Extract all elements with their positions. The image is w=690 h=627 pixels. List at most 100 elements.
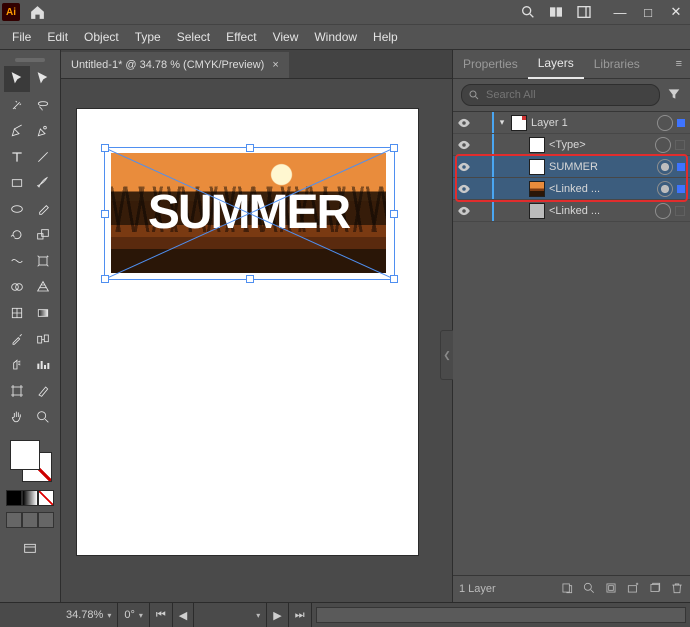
curvature-tool[interactable]	[30, 118, 56, 144]
workspace-button[interactable]	[570, 0, 598, 24]
artboard-nav-last[interactable]: ⏭	[289, 603, 312, 627]
close-window-button[interactable]: ✕	[662, 0, 690, 24]
lasso-tool[interactable]	[30, 92, 56, 118]
maximize-button[interactable]: □	[634, 0, 662, 24]
free-transform-tool[interactable]	[30, 248, 56, 274]
menu-file[interactable]: File	[4, 25, 39, 49]
zoom-tool[interactable]	[30, 404, 56, 430]
gradient-tool[interactable]	[30, 300, 56, 326]
new-sublayer-icon[interactable]	[626, 581, 640, 598]
artboard-tool[interactable]	[4, 378, 30, 404]
swatch-none[interactable]	[38, 490, 54, 506]
layer-row[interactable]: <Type>	[453, 134, 690, 156]
search-icon[interactable]	[514, 0, 542, 24]
fill-swatch[interactable]	[10, 440, 40, 470]
make-clipping-mask-icon[interactable]	[604, 581, 618, 598]
menu-view[interactable]: View	[265, 25, 307, 49]
draw-normal[interactable]	[6, 512, 22, 528]
visibility-toggle[interactable]	[453, 160, 475, 174]
placed-image[interactable]: SUMMER	[111, 153, 386, 273]
draw-behind[interactable]	[22, 512, 38, 528]
canvas-area[interactable]: SUMMER	[61, 79, 452, 602]
document-tab[interactable]: Untitled-1* @ 34.78 % (CMYK/Preview) ×	[61, 52, 289, 78]
toolbox-grip[interactable]	[15, 58, 45, 62]
artboard[interactable]: SUMMER	[77, 109, 418, 555]
layer-filter-button[interactable]	[666, 86, 682, 105]
target-icon[interactable]	[657, 181, 673, 197]
perspective-grid-tool[interactable]	[30, 274, 56, 300]
layer-name[interactable]: SUMMER	[549, 161, 655, 173]
rectangle-tool[interactable]	[4, 170, 30, 196]
horizontal-scrollbar[interactable]	[316, 608, 686, 622]
type-tool[interactable]	[4, 144, 30, 170]
rotate-view-field[interactable]: 0°▾	[118, 603, 150, 627]
visibility-toggle[interactable]	[453, 138, 475, 152]
menu-object[interactable]: Object	[76, 25, 127, 49]
visibility-toggle[interactable]	[453, 204, 475, 218]
tab-properties[interactable]: Properties	[453, 50, 528, 78]
visibility-toggle[interactable]	[453, 116, 475, 130]
slice-tool[interactable]	[30, 378, 56, 404]
menu-select[interactable]: Select	[169, 25, 218, 49]
target-icon[interactable]	[655, 203, 671, 219]
symbol-sprayer-tool[interactable]	[4, 352, 30, 378]
scale-tool[interactable]	[30, 222, 56, 248]
menu-help[interactable]: Help	[365, 25, 406, 49]
layer-row[interactable]: <Linked ...	[453, 200, 690, 222]
eyedropper-tool[interactable]	[4, 326, 30, 352]
line-segment-tool[interactable]	[30, 144, 56, 170]
fill-stroke-control[interactable]	[8, 438, 52, 482]
artboard-navigator[interactable]: ▾	[194, 603, 267, 627]
hand-tool[interactable]	[4, 404, 30, 430]
menu-window[interactable]: Window	[306, 25, 365, 49]
summer-text-object[interactable]: SUMMER	[111, 185, 386, 240]
selection-tool[interactable]	[4, 66, 30, 92]
artboard-nav-prev[interactable]: ◀	[173, 603, 194, 627]
paste-remembers-layers-icon[interactable]	[560, 581, 574, 598]
tab-layers[interactable]: Layers	[528, 49, 584, 79]
home-button[interactable]	[23, 0, 51, 24]
minimize-button[interactable]: —	[606, 0, 634, 24]
target-icon[interactable]	[657, 115, 673, 131]
mesh-tool[interactable]	[4, 300, 30, 326]
layer-search-input[interactable]	[484, 88, 653, 102]
disclosure-icon[interactable]: ▾	[497, 117, 507, 128]
paintbrush-tool[interactable]	[30, 170, 56, 196]
layer-name[interactable]: Layer 1	[531, 117, 655, 129]
blend-tool[interactable]	[30, 326, 56, 352]
screen-mode-button[interactable]	[17, 536, 43, 562]
layer-row[interactable]: <Linked ...	[453, 178, 690, 200]
menu-effect[interactable]: Effect	[218, 25, 264, 49]
target-icon[interactable]	[655, 137, 671, 153]
delete-layer-icon[interactable]	[670, 581, 684, 598]
artboard-nav-first[interactable]: ⏮	[150, 603, 173, 627]
draw-inside[interactable]	[38, 512, 54, 528]
target-icon[interactable]	[657, 159, 673, 175]
layer-name[interactable]: <Linked ...	[549, 205, 653, 217]
layer-row[interactable]: SUMMER	[453, 156, 690, 178]
swatch-color[interactable]	[6, 490, 22, 506]
visibility-toggle[interactable]	[453, 182, 475, 196]
rotate-tool[interactable]	[4, 222, 30, 248]
panel-collapse-handle[interactable]: ❮	[440, 330, 453, 380]
zoom-level-field[interactable]: 34.78%▾	[60, 603, 118, 627]
close-tab-icon[interactable]: ×	[272, 59, 278, 71]
layer-name[interactable]: <Linked ...	[549, 183, 655, 195]
shape-builder-tool[interactable]	[4, 274, 30, 300]
locate-object-icon[interactable]	[582, 581, 596, 598]
swatch-gradient[interactable]	[22, 490, 38, 506]
tab-libraries[interactable]: Libraries	[584, 50, 650, 78]
layer-row[interactable]: ▾ Layer 1	[453, 112, 690, 134]
layer-search-field[interactable]	[461, 84, 660, 106]
layer-name[interactable]: <Type>	[549, 139, 653, 151]
eraser-tool[interactable]	[30, 196, 56, 222]
new-layer-icon[interactable]	[648, 581, 662, 598]
pen-tool[interactable]	[4, 118, 30, 144]
panel-menu-icon[interactable]: ≡	[668, 58, 690, 70]
column-graph-tool[interactable]	[30, 352, 56, 378]
artboard-nav-next[interactable]: ▶	[267, 603, 288, 627]
magic-wand-tool[interactable]	[4, 92, 30, 118]
width-tool[interactable]	[4, 248, 30, 274]
direct-selection-tool[interactable]	[30, 66, 56, 92]
menu-type[interactable]: Type	[127, 25, 169, 49]
